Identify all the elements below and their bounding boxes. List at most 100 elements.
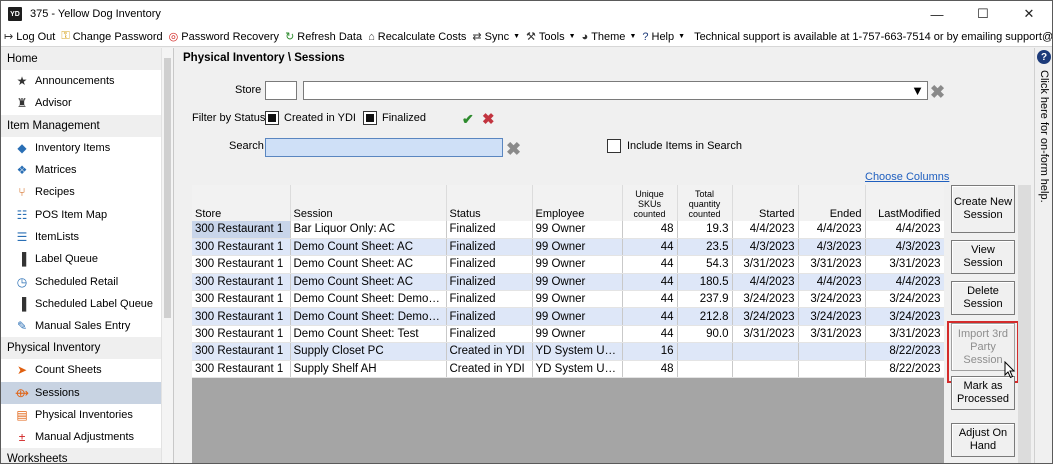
sidebar-section-home[interactable]: Home — [1, 48, 173, 70]
cell-session[interactable]: Demo Count Sheet: AC — [290, 255, 447, 274]
cell-total-quantity-counted[interactable]: 237.9 — [677, 290, 733, 309]
apply-filter-check-icon[interactable]: ✔ — [462, 111, 474, 128]
cell-total-quantity-counted[interactable] — [677, 360, 733, 379]
cell-store[interactable]: 300 Restaurant 1 — [192, 273, 291, 292]
cell-status[interactable]: Created in YDI — [446, 360, 533, 379]
sidebar-item-announcements[interactable]: ★ Announcements — [1, 70, 173, 92]
sidebar-section-worksheets[interactable]: Worksheets — [1, 448, 173, 463]
cell-started[interactable]: 4/4/2023 — [732, 273, 799, 292]
column-header-unique-skus-counted[interactable]: Unique SKUs counted — [622, 185, 678, 221]
cell-store[interactable]: 300 Restaurant 1 — [192, 342, 291, 361]
column-header-employee[interactable]: Employee — [532, 185, 623, 221]
sidebar-item-physical-inventories[interactable]: ▤ Physical Inventories — [1, 404, 173, 426]
cell-unique-skus-counted[interactable]: 44 — [622, 325, 678, 344]
include-items-checkbox[interactable] — [607, 139, 621, 153]
column-header-lastmodified[interactable]: LastModified — [865, 185, 944, 221]
cell-ended[interactable]: 3/31/2023 — [798, 325, 866, 344]
view-session-button[interactable]: View Session — [951, 240, 1015, 274]
cell-started[interactable]: 3/31/2023 — [732, 325, 799, 344]
cell-started[interactable]: 4/3/2023 — [732, 238, 799, 257]
cell-lastmodified[interactable]: 4/4/2023 — [865, 273, 944, 292]
create-new-session-button[interactable]: Create New Session — [951, 185, 1015, 233]
sidebar-item-manual-adjustments[interactable]: ± Manual Adjustments — [1, 426, 173, 448]
column-header-status[interactable]: Status — [446, 185, 533, 221]
table-row[interactable]: 300 Restaurant 1 Demo Count Sheet: Demo S… — [192, 290, 944, 309]
cell-store[interactable]: 300 Restaurant 1 — [192, 325, 291, 344]
cell-ended[interactable] — [798, 342, 866, 361]
cell-store[interactable]: 300 Restaurant 1 — [192, 360, 291, 379]
cell-session[interactable]: Demo Count Sheet: Demo S... — [290, 290, 447, 309]
cell-status[interactable]: Finalized — [446, 255, 533, 274]
cell-unique-skus-counted[interactable]: 16 — [622, 342, 678, 361]
cell-lastmodified[interactable]: 8/22/2023 — [865, 360, 944, 379]
finalized-checkbox[interactable] — [363, 111, 377, 125]
sidebar-item-manual-sales-entry[interactable]: ✎ Manual Sales Entry — [1, 315, 173, 337]
cell-started[interactable]: 3/24/2023 — [732, 290, 799, 309]
column-header-started[interactable]: Started — [732, 185, 799, 221]
cell-store[interactable]: 300 Restaurant 1 — [192, 255, 291, 274]
search-input[interactable] — [265, 138, 503, 157]
cell-unique-skus-counted[interactable]: 48 — [622, 221, 678, 239]
cell-session[interactable]: Supply Closet PC — [290, 342, 447, 361]
cell-store[interactable]: 300 Restaurant 1 — [192, 238, 291, 257]
cell-employee[interactable]: 99 Owner — [532, 290, 623, 309]
cell-session[interactable]: Demo Count Sheet: AC — [290, 238, 447, 257]
cell-started[interactable]: 3/31/2023 — [732, 255, 799, 274]
table-row[interactable]: 300 Restaurant 1 Demo Count Sheet: AC Fina… — [192, 273, 944, 292]
cell-session[interactable]: Demo Count Sheet: Demo S... — [290, 307, 447, 326]
help-strip[interactable]: ? Click here for on-form help. — [1034, 48, 1052, 463]
sidebar-section-physical-inventory[interactable]: Physical Inventory — [1, 337, 173, 360]
cell-ended[interactable]: 3/24/2023 — [798, 290, 866, 309]
cell-employee[interactable]: 99 Owner — [532, 325, 623, 344]
chevron-down-icon[interactable]: ▼ — [911, 83, 924, 98]
cell-ended[interactable]: 3/24/2023 — [798, 307, 866, 326]
table-row[interactable]: 300 Restaurant 1 Demo Count Sheet: AC Fina… — [192, 238, 944, 257]
cell-status[interactable]: Finalized — [446, 307, 533, 326]
cell-status[interactable]: Created in YDI — [446, 342, 533, 361]
menu-refresh-data[interactable]: ↻ Refresh Data — [282, 27, 365, 47]
cell-started[interactable]: 4/4/2023 — [732, 221, 799, 239]
sidebar-item-sessions[interactable]: ⟴ Sessions — [1, 381, 173, 404]
sidebar-item-label-queue[interactable]: ▐ Label Queue — [1, 248, 173, 270]
delete-session-button[interactable]: Delete Session — [951, 281, 1015, 315]
cell-employee[interactable]: 99 Owner — [532, 307, 623, 326]
cell-ended[interactable]: 4/4/2023 — [798, 221, 866, 239]
cell-lastmodified[interactable]: 8/22/2023 — [865, 342, 944, 361]
sidebar-item-itemlists[interactable]: ☰ ItemLists — [1, 226, 173, 248]
cell-store[interactable]: 300 Restaurant 1 — [192, 307, 291, 326]
clear-store-icon[interactable]: ✖ — [930, 83, 945, 101]
sidebar-item-matrices[interactable]: ❖ Matrices — [1, 159, 173, 181]
cell-total-quantity-counted[interactable]: 54.3 — [677, 255, 733, 274]
help-icon[interactable]: ? — [1037, 50, 1051, 64]
sidebar-section-item-management[interactable]: Item Management — [1, 114, 173, 137]
column-header-total-quantity-counted[interactable]: Total quantity counted — [677, 185, 733, 221]
cell-lastmodified[interactable]: 3/24/2023 — [865, 290, 944, 309]
cell-total-quantity-counted[interactable]: 90.0 — [677, 325, 733, 344]
table-row[interactable]: 300 Restaurant 1 Demo Count Sheet: AC Fina… — [192, 255, 944, 274]
menu-password-recovery[interactable]: ◎ Password Recovery — [166, 27, 282, 47]
cell-employee[interactable]: 99 Owner — [532, 273, 623, 292]
sidebar-item-pos-item-map[interactable]: ☷ POS Item Map — [1, 203, 173, 225]
cell-ended[interactable]: 3/31/2023 — [798, 255, 866, 274]
menu-theme[interactable]: ◕ Theme ▼ — [579, 27, 640, 47]
created-in-ydi-checkbox[interactable] — [265, 111, 279, 125]
cell-store[interactable]: 300 Restaurant 1 — [192, 221, 291, 239]
cell-session[interactable]: Demo Count Sheet: AC — [290, 273, 447, 292]
cell-total-quantity-counted[interactable]: 180.5 — [677, 273, 733, 292]
cell-status[interactable]: Finalized — [446, 290, 533, 309]
column-header-ended[interactable]: Ended — [798, 185, 866, 221]
cell-unique-skus-counted[interactable]: 48 — [622, 360, 678, 379]
column-header-store[interactable]: Store — [192, 185, 291, 221]
clear-search-icon[interactable]: ✖ — [506, 140, 521, 158]
sidebar-scrollbar-thumb[interactable] — [164, 58, 171, 318]
table-row[interactable]: 300 Restaurant 1 Demo Count Sheet: Demo S… — [192, 307, 944, 326]
store-select[interactable]: ▼ — [303, 81, 928, 100]
cell-unique-skus-counted[interactable]: 44 — [622, 238, 678, 257]
menu-tools[interactable]: ⚒ Tools ▼ — [523, 27, 579, 47]
cell-session[interactable]: Demo Count Sheet: Test — [290, 325, 447, 344]
menu-help[interactable]: ? Help ▼ — [639, 27, 688, 47]
cell-status[interactable]: Finalized — [446, 325, 533, 344]
menu-sync[interactable]: ⇄ Sync ▼ — [469, 27, 523, 47]
table-row[interactable]: 300 Restaurant 1 Supply Shelf AH Created i… — [192, 360, 944, 379]
cell-session[interactable]: Supply Shelf AH — [290, 360, 447, 379]
